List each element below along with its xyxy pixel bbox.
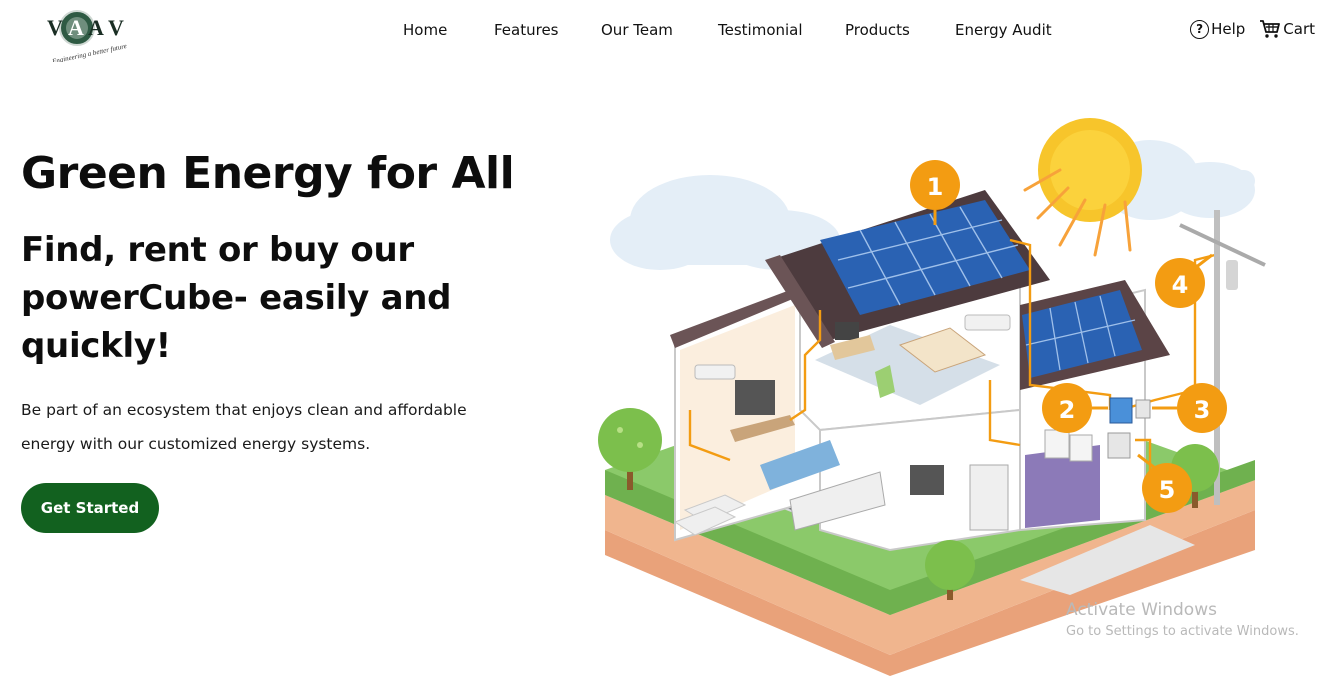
help-label: Help bbox=[1211, 20, 1246, 38]
svg-text:2: 2 bbox=[1059, 396, 1076, 424]
marker-3: 3 bbox=[1177, 383, 1227, 433]
tv-icon bbox=[735, 380, 775, 415]
page: V A A V ...Engineering a better future H… bbox=[0, 0, 1341, 676]
sun-icon bbox=[1023, 118, 1142, 257]
marker-5: 5 bbox=[1142, 463, 1192, 513]
hero-description: Be part of an ecosystem that enjoys clea… bbox=[21, 401, 467, 453]
nav-energy-audit[interactable]: Energy Audit bbox=[955, 19, 1052, 41]
computer-icon bbox=[835, 322, 859, 340]
cart-label: Cart bbox=[1283, 20, 1315, 38]
ac-unit-right bbox=[964, 314, 1011, 331]
solar-house-illustration: 1 2 3 4 5 bbox=[598, 118, 1266, 676]
watermark-line1: Activate Windows bbox=[1066, 600, 1217, 620]
hero-title: Green Energy for All bbox=[21, 148, 515, 199]
battery-box-icon bbox=[1107, 432, 1131, 459]
nav-features[interactable]: Features bbox=[494, 19, 559, 41]
hero-subtitle: Find, rent or buy our powerCube- easily … bbox=[21, 230, 452, 366]
windows-activation-watermark: Activate Windows Go to Settings to activ… bbox=[1066, 600, 1299, 639]
fridge-icon bbox=[969, 464, 1009, 531]
vaav-logo[interactable]: V A A V ...Engineering a better future bbox=[44, 6, 136, 62]
svg-text:1: 1 bbox=[927, 173, 944, 201]
nav-testimonial[interactable]: Testimonial bbox=[718, 19, 803, 41]
inverter-icon bbox=[1109, 397, 1133, 424]
ac-unit-left bbox=[694, 364, 736, 380]
logo-tagline: ...Engineering a better future bbox=[46, 42, 127, 62]
stove-icon bbox=[910, 465, 944, 495]
svg-text:5: 5 bbox=[1159, 476, 1176, 504]
svg-text:4: 4 bbox=[1172, 271, 1189, 299]
svg-text:3: 3 bbox=[1194, 396, 1211, 424]
help-link[interactable]: ? Help bbox=[1190, 19, 1246, 39]
dryer-icon bbox=[1069, 434, 1093, 462]
svg-text:V: V bbox=[47, 15, 63, 40]
nav-home[interactable]: Home bbox=[403, 19, 447, 41]
svg-text:A: A bbox=[88, 15, 104, 40]
marker-1: 1 bbox=[910, 160, 960, 210]
cart-link[interactable]: Cart bbox=[1259, 19, 1315, 39]
nav-products[interactable]: Products bbox=[845, 19, 910, 41]
help-icon: ? bbox=[1190, 19, 1210, 39]
marker-2: 2 bbox=[1042, 383, 1092, 433]
nav-our-team[interactable]: Our Team bbox=[601, 19, 673, 41]
meter-icon bbox=[1135, 399, 1151, 419]
svg-text:V: V bbox=[108, 15, 124, 40]
cart-icon bbox=[1260, 20, 1281, 38]
washer-icon bbox=[1044, 429, 1070, 459]
get-started-button[interactable]: Get Started bbox=[21, 483, 159, 533]
svg-text:A: A bbox=[68, 15, 84, 40]
utility-links: ? Help Cart bbox=[1190, 19, 1315, 39]
watermark-line2: Go to Settings to activate Windows. bbox=[1066, 624, 1299, 639]
